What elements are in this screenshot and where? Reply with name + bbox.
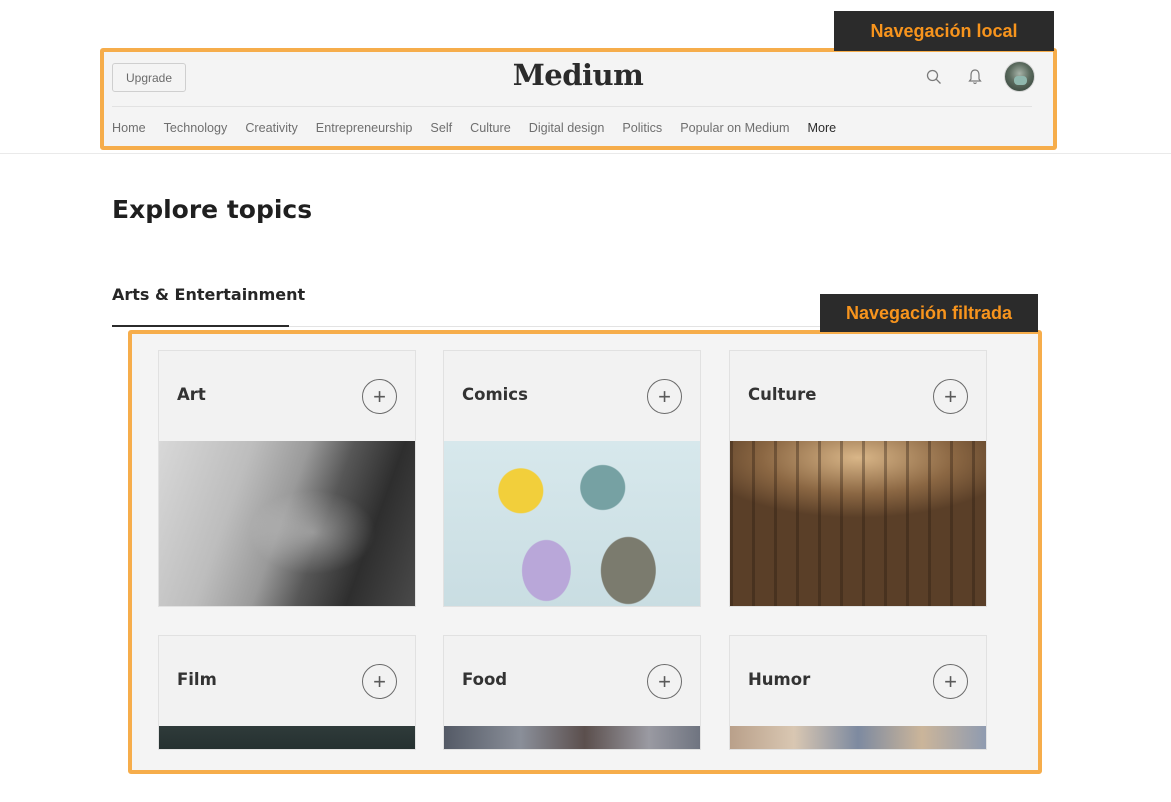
topic-title[interactable]: Comics [462,385,528,404]
nav-item-popular-on-medium[interactable]: Popular on Medium [680,121,789,135]
nav-item-politics[interactable]: Politics [622,121,662,135]
card-header: Food + [444,636,700,726]
nav-item-technology[interactable]: Technology [164,121,228,135]
follow-plus-icon[interactable]: + [933,664,968,699]
bell-icon[interactable] [965,67,985,87]
topic-title[interactable]: Art [177,385,206,404]
topic-image-humor[interactable] [730,726,986,749]
nav-item-digital-design[interactable]: Digital design [529,121,605,135]
topic-title[interactable]: Film [177,670,217,689]
search-icon[interactable] [924,67,944,87]
search-icon-glyph [926,69,941,84]
header-row: Upgrade Medium [102,50,1054,105]
topic-card-art[interactable]: Art + [158,350,416,607]
nav-item-entrepreneurship[interactable]: Entrepreneurship [316,121,413,135]
topic-title[interactable]: Humor [748,670,810,689]
follow-plus-icon[interactable]: + [362,664,397,699]
active-tab-underline [112,325,289,327]
header-divider [112,106,1032,107]
nav-item-home[interactable]: Home [112,121,146,135]
nav-item-more[interactable]: More [807,121,836,135]
topic-card-humor[interactable]: Humor + [729,635,987,750]
follow-plus-icon[interactable]: + [933,379,968,414]
nav-item-self[interactable]: Self [430,121,452,135]
topic-title[interactable]: Culture [748,385,816,404]
topic-card-film[interactable]: Film + [158,635,416,750]
card-header: Humor + [730,636,986,726]
follow-plus-icon[interactable]: + [647,664,682,699]
topic-nav: Home Technology Creativity Entrepreneurs… [112,121,836,135]
topic-image-comics[interactable] [444,441,700,606]
local-navigation-label: Navegación local [834,11,1054,51]
topic-card-culture[interactable]: Culture + [729,350,987,607]
user-avatar[interactable] [1004,61,1035,92]
tab-arts-entertainment[interactable]: Arts & Entertainment [112,285,305,304]
nav-item-creativity[interactable]: Creativity [245,121,297,135]
card-header: Art + [159,351,415,441]
filtered-navigation-label: Navegación filtrada [820,294,1038,332]
topic-image-film[interactable] [159,726,415,749]
topic-image-food[interactable] [444,726,700,749]
topic-card-comics[interactable]: Comics + [443,350,701,607]
page-title: Explore topics [112,195,313,224]
card-header: Film + [159,636,415,726]
card-header: Culture + [730,351,986,441]
follow-plus-icon[interactable]: + [647,379,682,414]
card-header: Comics + [444,351,700,441]
follow-plus-icon[interactable]: + [362,379,397,414]
topic-image-art[interactable] [159,441,415,606]
medium-logo[interactable]: Medium [102,58,1054,92]
local-navigation: Upgrade Medium Home Technology Creativit… [102,50,1054,148]
topic-title[interactable]: Food [462,670,507,689]
nav-item-culture[interactable]: Culture [470,121,511,135]
topic-card-food[interactable]: Food + [443,635,701,750]
bell-icon-glyph [968,69,982,85]
topic-image-culture[interactable] [730,441,986,606]
